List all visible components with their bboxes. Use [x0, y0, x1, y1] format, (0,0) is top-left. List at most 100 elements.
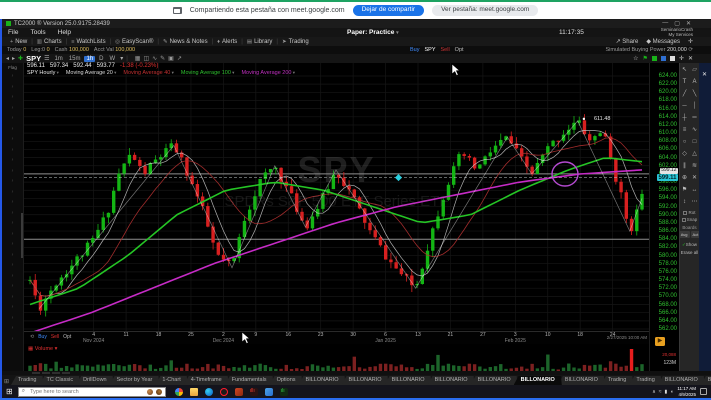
- measure-tool-icon[interactable]: ↔: [690, 185, 699, 196]
- flag-chevron-icon[interactable]: ›: [12, 292, 14, 303]
- volume-pane[interactable]: [24, 344, 649, 371]
- tray-icon-3[interactable]: ◖: [670, 389, 673, 395]
- flag-chevron-icon[interactable]: ›: [12, 145, 14, 156]
- toolbar-item-trading[interactable]: ➤Trading: [278, 39, 313, 45]
- flag-chevron-icon[interactable]: ›: [12, 71, 14, 82]
- tabs-grip-icon[interactable]: ⊞: [4, 378, 9, 385]
- opt-button[interactable]: Opt: [455, 47, 464, 53]
- tab-1-chart[interactable]: 1-Chart: [155, 376, 187, 385]
- buy-button[interactable]: Buy: [410, 47, 419, 53]
- flag-icon[interactable]: ⚑: [643, 55, 648, 62]
- stop-sharing-button[interactable]: Dejar de compartir: [353, 5, 424, 16]
- flag-chevron-icon[interactable]: ›: [12, 166, 14, 177]
- flag-chevron-icon[interactable]: ›: [12, 229, 14, 240]
- tab-4-timeframe[interactable]: 4-Timeframe: [184, 376, 229, 385]
- toolbar-item-news-notes[interactable]: ✎News & Notes: [159, 39, 212, 45]
- tab-trading[interactable]: Trading: [629, 376, 661, 385]
- share-button[interactable]: ↗ Share: [616, 38, 639, 45]
- axis-opt-button[interactable]: Opt: [63, 334, 71, 340]
- flag-chevron-icon[interactable]: ›: [12, 187, 14, 198]
- tab-fundamentals[interactable]: Fundamentals: [225, 376, 274, 385]
- legend-item[interactable]: Moving Average 40 ▾: [123, 70, 174, 76]
- search-input[interactable]: [28, 388, 144, 396]
- target-tool-icon[interactable]: ⊕: [680, 173, 689, 184]
- menu-tools[interactable]: Tools: [24, 29, 51, 36]
- tray-icon-0[interactable]: ∧: [652, 389, 656, 395]
- media-icon[interactable]: [235, 388, 243, 396]
- edge-icon[interactable]: [205, 388, 213, 396]
- tab-sector-by-year[interactable]: Sector by Year: [110, 376, 160, 385]
- chart-panel[interactable]: 596.11 597.34 592.44 593.77 -1.38 (-0.23…: [24, 63, 649, 371]
- back-icon[interactable]: ◂: [6, 55, 9, 62]
- more-tools-icon[interactable]: ⋯: [690, 197, 699, 208]
- flag-chevron-icon[interactable]: ›: [12, 218, 14, 229]
- chrome-icon[interactable]: [175, 388, 183, 396]
- layout-icon[interactable]: ▦: [135, 55, 141, 62]
- green-marker-icon[interactable]: [652, 56, 657, 61]
- flag-tool-icon[interactable]: ⚑: [680, 185, 689, 196]
- toolbar-item-alerts[interactable]: ♦Alerts: [213, 39, 241, 45]
- tab-billonario[interactable]: BILLONARIO: [471, 376, 518, 385]
- rot-checkbox[interactable]: Rot: [683, 210, 695, 215]
- close-icon[interactable]: ✕: [702, 71, 707, 78]
- legend-item[interactable]: Moving Average 100 ▾: [181, 70, 235, 76]
- flag-chevron-icon[interactable]: ›: [12, 197, 14, 208]
- tab-drilldown[interactable]: DrillDown: [76, 376, 114, 385]
- taskbar-clock[interactable]: 11:17 AM 4/9/2025: [677, 386, 696, 396]
- show-checkbox[interactable]: ✓Show: [682, 242, 697, 248]
- blue-marker-icon[interactable]: [661, 56, 666, 61]
- delete-tool-icon[interactable]: ✕: [690, 173, 699, 184]
- flag-chevron-icon[interactable]: ›: [12, 113, 14, 124]
- messages-button[interactable]: ◆ Messages: [646, 38, 680, 45]
- tab-billonario[interactable]: BILLONARIO: [658, 376, 705, 385]
- flag-chevron-icon[interactable]: ›: [12, 155, 14, 166]
- timeframe-D[interactable]: D: [97, 56, 105, 62]
- flag-chevron-icon[interactable]: ›: [12, 134, 14, 145]
- white-marker-icon[interactable]: [670, 56, 675, 61]
- favorite-star-icon[interactable]: ☆: [633, 55, 638, 62]
- trendline-tool-icon[interactable]: ╱: [680, 89, 689, 100]
- add-panel-icon[interactable]: ✛: [679, 55, 684, 62]
- audio-icon[interactable]: [250, 388, 258, 396]
- legend-item[interactable]: Moving Average 200 ▾: [241, 70, 295, 76]
- timeframe-15m[interactable]: 15m: [67, 56, 83, 62]
- menu-file[interactable]: File: [2, 29, 24, 36]
- refresh-small-icon[interactable]: ⟲: [30, 334, 34, 340]
- flag-chevron-icon[interactable]: ›: [12, 103, 14, 114]
- flag-column[interactable]: Flag ››››››››››››››››››››››››››: [2, 63, 24, 371]
- tab-billonario[interactable]: BILLONARIO: [558, 376, 605, 385]
- tray-icon-1[interactable]: ≈: [659, 389, 662, 395]
- maximize-icon[interactable]: ▢: [674, 20, 680, 27]
- flag-chevron-icon[interactable]: ›: [12, 323, 14, 334]
- axis-buy-button[interactable]: Buy: [38, 334, 47, 340]
- photos-icon[interactable]: [265, 388, 273, 396]
- flag-chevron-icon[interactable]: ›: [12, 124, 14, 135]
- erase-all-button[interactable]: Erase all: [681, 250, 699, 255]
- horizontal-line-tool-icon[interactable]: ─: [680, 101, 689, 112]
- tab-tc-classic[interactable]: TC Classic: [39, 376, 80, 385]
- timeframe-W[interactable]: W: [108, 56, 118, 62]
- replay-button[interactable]: ▶: [655, 337, 665, 346]
- minimize-icon[interactable]: —: [662, 20, 668, 27]
- tab-billonario[interactable]: BILLONARIO: [514, 376, 562, 385]
- scrollbar-thumb[interactable]: [21, 213, 23, 258]
- flag-chevron-icon[interactable]: ›: [12, 313, 14, 324]
- start-button[interactable]: ⊞: [6, 387, 13, 396]
- tab-billonario[interactable]: BILLONARIO: [342, 376, 389, 385]
- tab-billonario[interactable]: BILLONARIO: [299, 376, 346, 385]
- axis-sell-button[interactable]: Sell: [51, 334, 59, 340]
- legend-item[interactable]: Moving Average 20 ▾: [66, 70, 117, 76]
- flag-chevron-icon[interactable]: ›: [12, 239, 14, 250]
- tab-trading[interactable]: Trading: [601, 376, 633, 385]
- note-tool-icon[interactable]: A: [690, 77, 699, 88]
- pointer-tool-icon[interactable]: ↖: [680, 65, 689, 76]
- snap-checkbox[interactable]: Snap: [682, 217, 698, 222]
- flag-chevron-icon[interactable]: ›: [12, 281, 14, 292]
- tab-options[interactable]: Options: [270, 376, 303, 385]
- notification-icon[interactable]: [700, 388, 707, 395]
- symbol-label[interactable]: SPY: [26, 54, 41, 63]
- price-chart[interactable]: 611.48: [24, 63, 649, 331]
- flag-chevron-icon[interactable]: ›: [12, 334, 14, 345]
- triangle-tool-icon[interactable]: △: [690, 149, 699, 160]
- indicator-icon[interactable]: ∿: [152, 55, 157, 62]
